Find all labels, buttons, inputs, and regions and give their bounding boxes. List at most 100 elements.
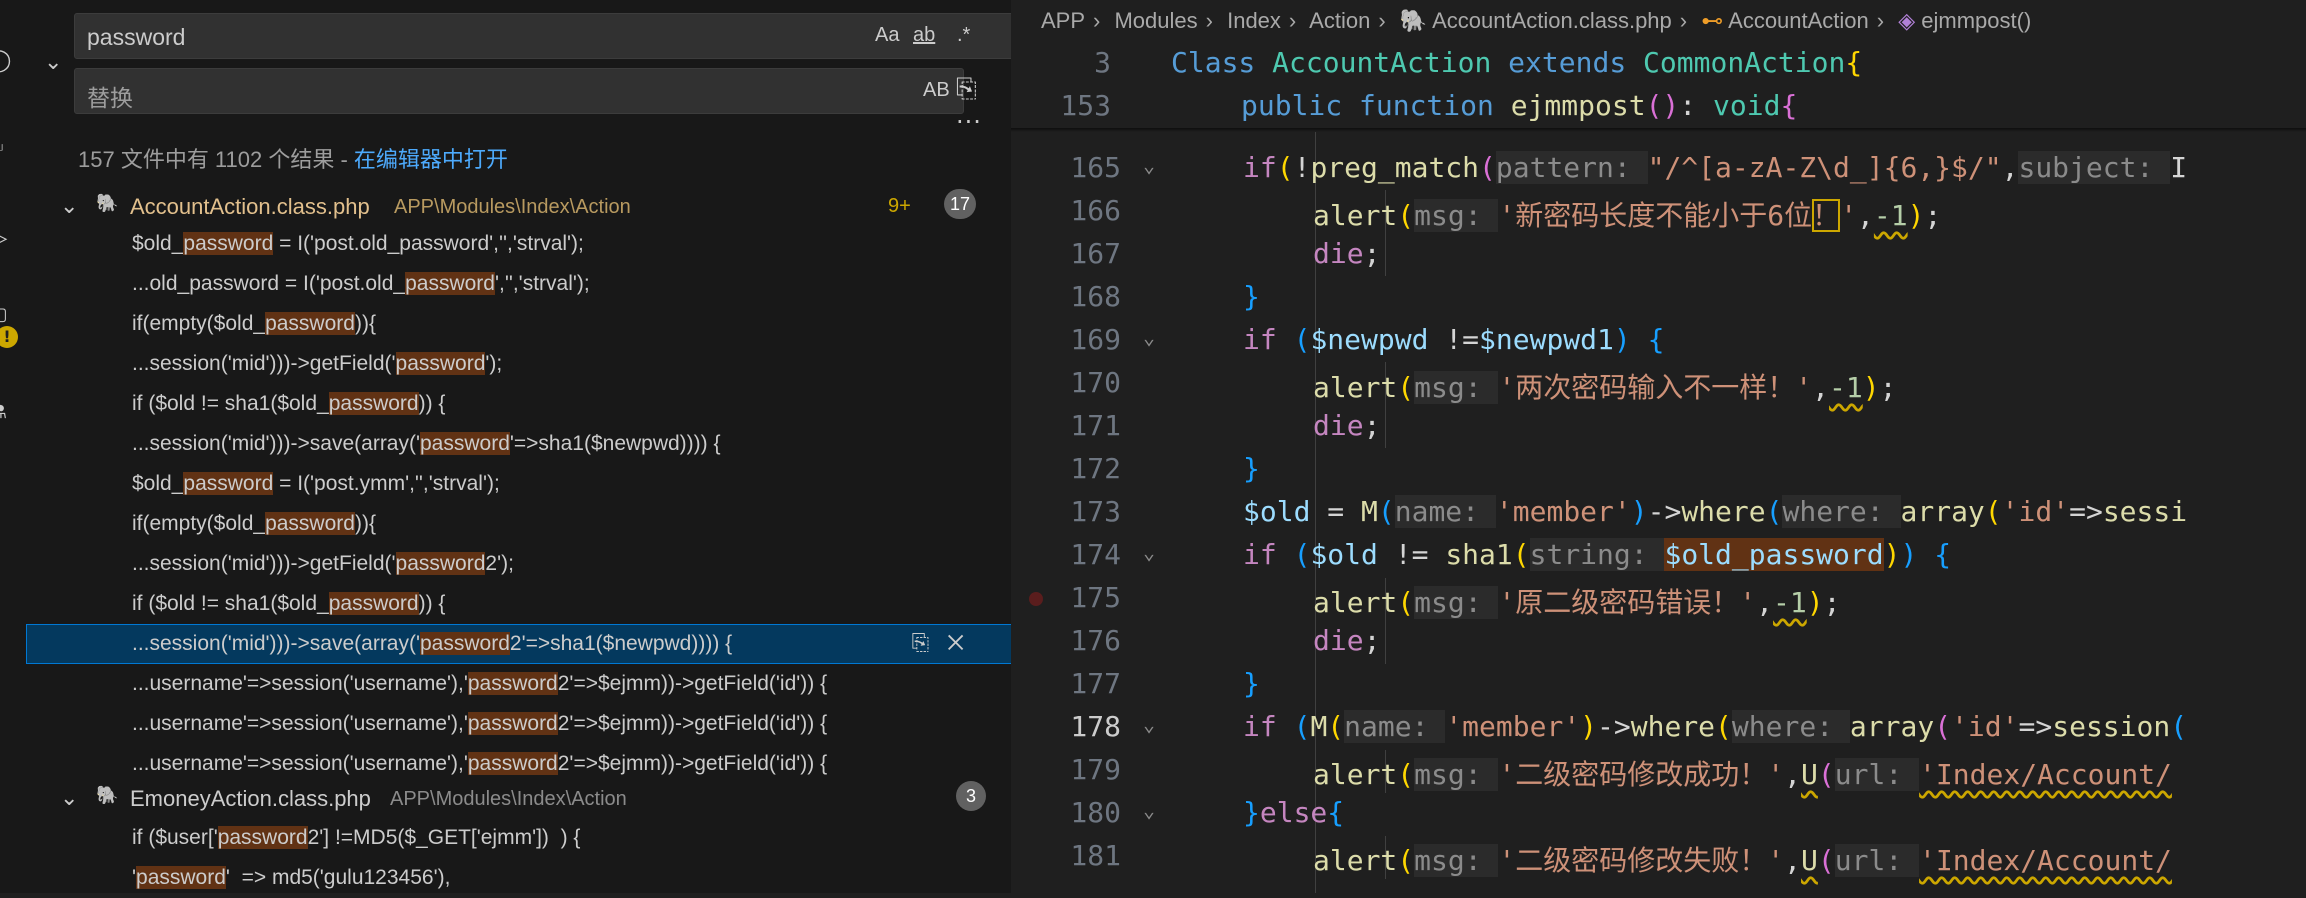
code-line[interactable]: 168} (1011, 276, 2306, 319)
preserve-case-icon[interactable]: AB (923, 79, 950, 102)
search-match-row[interactable]: if(empty($old_password)){ (26, 504, 1012, 544)
match-count-badge: 3 (956, 781, 986, 811)
match-after: 2'=>sha1($newpwd)))) { (509, 632, 733, 655)
fold-chevron-icon[interactable]: ⌄ (1143, 712, 1155, 736)
source-control-icon[interactable]: ⑂ (0, 138, 12, 164)
line-number: 180 (1070, 796, 1121, 829)
match-whole-word-icon[interactable]: ab (913, 24, 935, 47)
breadcrumb-item[interactable]: AccountAction (1728, 8, 1869, 33)
match-highlight: password (420, 432, 510, 455)
breadcrumb-item[interactable]: Modules (1114, 8, 1197, 33)
search-query-text: password (87, 24, 186, 50)
code-line[interactable]: 169 ⌄ if ($newpwd !=$newpwd1) { (1011, 319, 2306, 362)
chevron-down-icon[interactable]: ⌄ (60, 193, 78, 219)
line-number: 172 (1070, 452, 1121, 485)
sticky-line[interactable]: 3 Class AccountAction extends CommonActi… (1011, 42, 2306, 85)
line-number: 175 (1070, 581, 1121, 614)
search-match-row[interactable]: ...old_password = I('post.old_password',… (26, 264, 1012, 304)
search-match-row[interactable]: if(empty($old_password)){ (26, 304, 1012, 344)
more-actions-icon[interactable]: ··· (956, 108, 982, 136)
code-line[interactable]: 176 die; (1011, 620, 2306, 663)
fold-chevron-icon[interactable]: ⌄ (1143, 798, 1155, 822)
search-match-text: if(empty($old_password)){ (132, 512, 376, 536)
search-match-text: ...username'=>session('username'),'passw… (132, 752, 827, 776)
code-text: if(!preg_match(pattern: "/^[a-zA-Z\d_]{6… (1243, 151, 2188, 184)
toggle-replace-chevron-icon[interactable]: ⌄ (44, 50, 62, 75)
breadcrumb-item[interactable]: Index (1227, 8, 1281, 33)
breadcrumb-item[interactable]: ejmmpost() (1921, 8, 2031, 33)
fold-chevron-icon[interactable]: ⌄ (1143, 153, 1155, 177)
code-text: if ($newpwd !=$newpwd1) { (1243, 323, 1665, 356)
code-text: die; (1313, 624, 1381, 657)
code-line[interactable]: 171 die; (1011, 405, 2306, 448)
match-before: ...session('mid')))->getField(' (132, 552, 396, 575)
match-after: ','','strval'); (494, 272, 590, 295)
match-highlight: password (395, 552, 486, 575)
search-input[interactable]: password Aa ab .* (74, 13, 1014, 59)
match-after: )){ (354, 312, 376, 335)
code-text: $old = M(name: 'member')->where(where: a… (1243, 495, 2188, 528)
breadcrumb-item[interactable]: APP (1041, 8, 1085, 33)
code-line[interactable]: 173 $old = M(name: 'member')->where(where… (1011, 491, 2306, 534)
php-file-icon: 🐘 (96, 193, 119, 213)
code-line[interactable]: 179 alert(msg: '二级密码修改成功！',U(url: 'Index/… (1011, 749, 2306, 792)
result-file-header[interactable]: ⌄ 🐘 EmoneyAction.class.php APP\Modules\I… (26, 779, 986, 819)
search-match-text: ...session('mid')))->save(array('passwor… (132, 432, 721, 456)
search-match-row[interactable]: if ($user['password2'] !=MD5($_GET['ejmm… (26, 818, 1012, 858)
use-regex-icon[interactable]: .* (957, 24, 970, 47)
run-debug-icon[interactable]: ▷ (0, 226, 12, 252)
match-before: ...session('mid')))->getField(' (132, 352, 396, 375)
match-highlight: password (328, 392, 419, 415)
problems-count: 9+ (888, 195, 911, 217)
code-line[interactable]: 181 alert(msg: '二级密码修改失败！',U(url: 'Index/… (1011, 835, 2306, 878)
fold-chevron-icon[interactable]: ⌄ (1143, 325, 1155, 349)
sticky-line[interactable]: 153 public function ejmmpost(): void{ (1011, 85, 2306, 128)
code-editor: APP › Modules › Index › Action › 🐘 AccountAc… (1011, 0, 2306, 893)
code-line[interactable]: 165 ⌄ if(!preg_match(pattern: "/^[a-zA-Z\d… (1011, 147, 2306, 190)
match-case-icon[interactable]: Aa (875, 24, 899, 47)
dismiss-match-icon[interactable]: ✕ (947, 630, 982, 655)
match-after: 2'] !=MD5($_GET['ejmm']) ) { (307, 826, 581, 849)
code-line[interactable]: 172} (1011, 448, 2306, 491)
result-file-header[interactable]: ⌄ 🐘 AccountAction.class.php APP\Modules\… (26, 187, 986, 227)
search-match-row[interactable]: ...username'=>session('username'),'passw… (26, 744, 1012, 784)
replace-input[interactable]: 替换 AB (74, 68, 964, 114)
match-highlight: password (328, 592, 419, 615)
breadcrumb-item[interactable]: Action (1309, 8, 1370, 33)
search-match-row[interactable]: ...session('mid')))->getField('password2… (26, 544, 1012, 584)
breadcrumb-item[interactable]: AccountAction.class.php (1432, 8, 1672, 33)
search-match-row[interactable]: $old_password = I('post.ymm','','strval'… (26, 464, 1012, 504)
search-match-row[interactable]: ...session('mid')))->getField('password'… (26, 344, 1012, 384)
code-text: if ($old != sha1(string: $old_password))… (1243, 538, 1952, 571)
fold-chevron-icon[interactable]: ⌄ (1143, 540, 1155, 564)
code-line[interactable]: 167 die; (1011, 233, 2306, 276)
code-line[interactable]: 175 alert(msg: '原二级密码错误！',-1); (1011, 577, 2306, 620)
replace-all-icon[interactable]: ⎘ (956, 74, 977, 105)
match-before: if(empty($old_ (132, 312, 266, 335)
replace-match-icon[interactable]: ⎘ (912, 630, 948, 655)
code-line[interactable]: 174 ⌄ if ($old != sha1(string: $old_passwo… (1011, 534, 2306, 577)
code-line[interactable]: 170 alert(msg: '两次密码输入不一样！',-1); (1011, 362, 2306, 405)
search-match-row[interactable]: 'password' => md5('gulu123456'), (26, 858, 1012, 898)
chevron-down-icon[interactable]: ⌄ (60, 785, 78, 811)
match-after: )){ (354, 512, 376, 535)
search-match-row[interactable]: ...session('mid')))->save(array('passwor… (26, 424, 1012, 464)
search-match-row[interactable]: if ($old != sha1($old_password)) { (26, 384, 1012, 424)
code-line[interactable]: 166 alert(msg: '新密码长度不能小于6位！',-1); (1011, 190, 2306, 233)
match-before: if(empty($old_ (132, 512, 266, 535)
code-line[interactable]: 177} (1011, 663, 2306, 706)
search-icon[interactable]: ◯ (0, 48, 12, 74)
warning-icon[interactable]: ! (0, 326, 18, 348)
search-match-row[interactable]: ...username'=>session('username'),'passw… (26, 704, 1012, 744)
code-line[interactable]: 178 ⌄ if (M(name: 'member')->where(where: … (1011, 706, 2306, 749)
search-match-row[interactable]: ...username'=>session('username'),'passw… (26, 664, 1012, 704)
match-highlight: password (265, 512, 355, 535)
extensions-icon[interactable]: ▢ (0, 302, 12, 328)
search-match-row[interactable]: if ($old != sha1($old_password)) { (26, 584, 1012, 624)
open-in-editor-link[interactable]: 在编辑器中打开 (354, 147, 508, 172)
search-match-row[interactable]: $old_password = I('post.old_password',''… (26, 224, 1012, 264)
testing-icon[interactable]: ⚗ (0, 400, 12, 426)
code-line[interactable]: 180 ⌄}else{ (1011, 792, 2306, 835)
match-highlight: password (467, 752, 558, 775)
search-match-row[interactable]: ...session('mid')))->save(array('passwor… (26, 624, 1012, 664)
